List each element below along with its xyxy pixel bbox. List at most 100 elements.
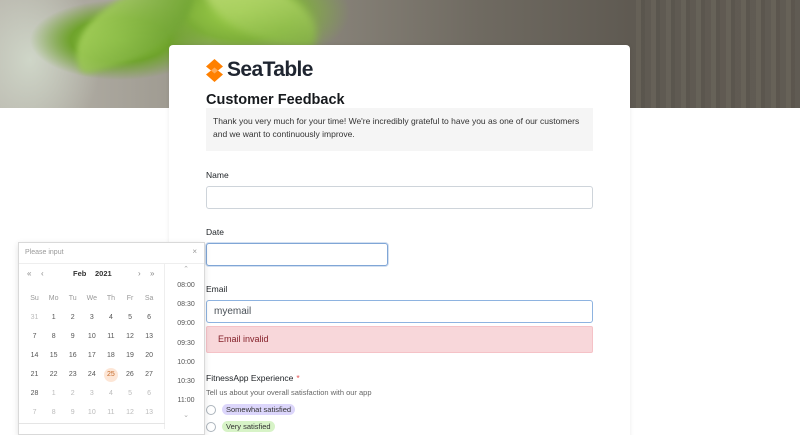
- day-cell[interactable]: 7: [25, 330, 44, 344]
- radio-button[interactable]: [206, 404, 216, 415]
- day-cell[interactable]: 9: [63, 406, 82, 420]
- day-cell[interactable]: 26: [120, 368, 139, 382]
- day-cell[interactable]: 5: [120, 311, 139, 325]
- day-cell[interactable]: 23: [63, 368, 82, 382]
- next-year-icon[interactable]: »: [150, 269, 154, 278]
- day-cell[interactable]: 2: [63, 387, 82, 401]
- week-row: 31 1 2 3 4 5 6: [25, 308, 159, 327]
- day-cell[interactable]: 13: [140, 330, 159, 344]
- wall-texture: [630, 0, 800, 108]
- week-row: 7 8 9 10 11 12 13: [25, 403, 159, 422]
- day-cell[interactable]: 11: [101, 406, 120, 420]
- week-row: 7 8 9 10 11 12 13: [25, 327, 159, 346]
- form-card: SeaTable Customer Feedback Thank you ver…: [169, 45, 630, 435]
- day-cell[interactable]: 28: [25, 387, 44, 401]
- day-cell[interactable]: 2: [63, 311, 82, 325]
- weekday-label: Mo: [48, 294, 59, 302]
- day-cell[interactable]: 12: [120, 330, 139, 344]
- day-cell[interactable]: 11: [101, 330, 120, 344]
- weekday-label: Fr: [126, 294, 134, 302]
- day-cell[interactable]: 16: [63, 349, 82, 363]
- calendar-grid: Su Mo Tu We Th Fr Sa 31 1 2 3 4 5 6 7 8 …: [25, 289, 159, 422]
- seatable-logo-icon: [206, 58, 223, 82]
- day-cell[interactable]: 24: [82, 368, 101, 382]
- weekday-label: Sa: [144, 294, 154, 302]
- day-cell[interactable]: 5: [120, 387, 139, 401]
- time-option[interactable]: 10:00: [166, 353, 206, 372]
- form-title: Customer Feedback: [206, 92, 345, 108]
- day-cell[interactable]: 6: [140, 311, 159, 325]
- week-row: 21 22 23 24 25 26 27: [25, 365, 159, 384]
- email-label: Email: [206, 284, 228, 294]
- weekday-label: Su: [30, 294, 39, 302]
- week-row: 28 1 2 3 4 5 6: [25, 384, 159, 403]
- leaf-shape: [195, 0, 325, 50]
- day-cell[interactable]: 9: [63, 330, 82, 344]
- month-select[interactable]: Feb: [73, 269, 86, 278]
- day-cell[interactable]: 10: [82, 330, 101, 344]
- form-description: Thank you very much for your time! We're…: [206, 108, 593, 151]
- weekday-label: Tu: [68, 294, 77, 302]
- day-cell[interactable]: 8: [44, 330, 63, 344]
- day-cell[interactable]: 4: [101, 387, 120, 401]
- calendar-panel: « ‹ Feb 2021 › » Su Mo Tu We Th Fr Sa 31…: [19, 264, 165, 429]
- day-cell[interactable]: 8: [44, 406, 63, 420]
- time-option[interactable]: 11:00: [166, 391, 206, 410]
- time-option[interactable]: 09:00: [166, 314, 206, 333]
- day-cell[interactable]: 15: [44, 349, 63, 363]
- date-input[interactable]: [206, 243, 388, 266]
- time-list: ⌃ 08:00 08:30 09:00 09:30 10:00 10:30 11…: [166, 264, 206, 434]
- day-cell[interactable]: 3: [82, 311, 101, 325]
- weekday-row: Su Mo Tu We Th Fr Sa: [25, 289, 159, 308]
- time-option[interactable]: 08:00: [166, 276, 206, 295]
- radio-button[interactable]: [206, 421, 216, 432]
- chevron-up-icon[interactable]: ⌃: [166, 264, 206, 276]
- name-input[interactable]: [206, 186, 593, 209]
- time-option[interactable]: 09:30: [166, 334, 206, 353]
- close-icon[interactable]: ×: [192, 247, 197, 256]
- name-label: Name: [206, 170, 229, 180]
- date-picker-popup: Please input × « ‹ Feb 2021 › » Su Mo Tu…: [18, 242, 205, 435]
- next-month-icon[interactable]: ›: [138, 269, 141, 278]
- day-cell[interactable]: 6: [140, 387, 159, 401]
- day-cell[interactable]: 7: [25, 406, 44, 420]
- day-cell[interactable]: 4: [101, 311, 120, 325]
- day-cell[interactable]: 1: [44, 311, 63, 325]
- option-very-satisfied[interactable]: Very satisfied: [206, 421, 275, 432]
- picker-input-placeholder[interactable]: Please input: [25, 249, 64, 256]
- day-cell[interactable]: 19: [120, 349, 139, 363]
- day-cell[interactable]: 31: [25, 311, 44, 325]
- day-cell[interactable]: 10: [82, 406, 101, 420]
- day-cell[interactable]: 20: [140, 349, 159, 363]
- time-option[interactable]: 08:30: [166, 295, 206, 314]
- year-select[interactable]: 2021: [95, 269, 112, 278]
- day-cell[interactable]: 3: [82, 387, 101, 401]
- divider: [19, 423, 165, 424]
- option-label: Very satisfied: [222, 421, 275, 432]
- day-cell[interactable]: 22: [44, 368, 63, 382]
- time-option[interactable]: 10:30: [166, 372, 206, 391]
- brand-name: SeaTable: [227, 58, 313, 81]
- option-somewhat-satisfied[interactable]: Somewhat satisfied: [206, 404, 296, 415]
- weekday-label: We: [86, 294, 98, 302]
- day-cell[interactable]: 21: [25, 368, 44, 382]
- day-cell[interactable]: 17: [82, 349, 101, 363]
- prev-month-icon[interactable]: ‹: [41, 269, 44, 278]
- calendar-nav: « ‹ Feb 2021 › »: [19, 264, 164, 284]
- day-cell[interactable]: 14: [25, 349, 44, 363]
- email-error-alert: Email invalid: [206, 326, 593, 353]
- day-cell[interactable]: 1: [44, 387, 63, 401]
- prev-year-icon[interactable]: «: [27, 269, 31, 278]
- day-cell[interactable]: 18: [101, 349, 120, 363]
- day-cell-today[interactable]: 25: [103, 367, 118, 382]
- weekday-label: Th: [106, 294, 115, 302]
- chevron-down-icon[interactable]: ⌄: [166, 410, 206, 422]
- fitness-label-text: FitnessApp Experience: [206, 373, 294, 383]
- day-cell[interactable]: 27: [139, 368, 158, 382]
- option-label: Somewhat satisfied: [222, 404, 296, 415]
- required-mark: *: [296, 373, 300, 383]
- seatable-logo: SeaTable: [206, 58, 313, 82]
- email-input[interactable]: [206, 300, 593, 323]
- day-cell[interactable]: 13: [140, 406, 159, 420]
- day-cell[interactable]: 12: [120, 406, 139, 420]
